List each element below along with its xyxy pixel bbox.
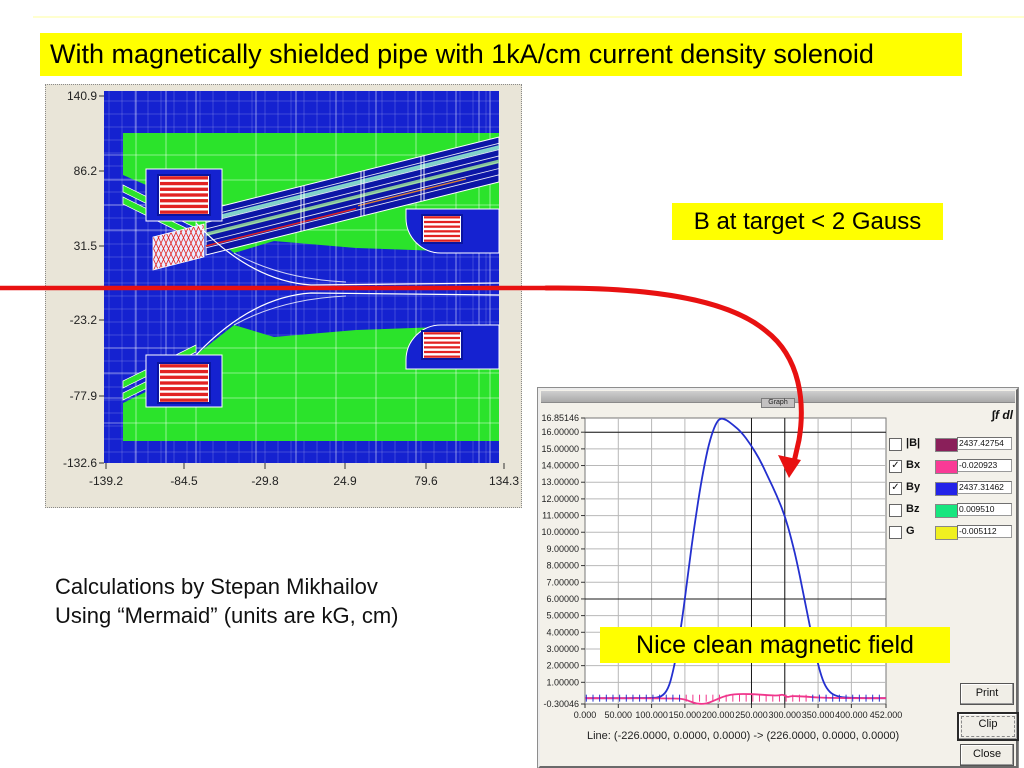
svg-text:-23.2: -23.2: [70, 313, 98, 327]
focus-rect: [961, 716, 1015, 737]
integral-value-b[interactable]: 2437.42754: [957, 437, 1012, 450]
svg-text:14.00000: 14.00000: [541, 461, 579, 471]
svg-text:13.00000: 13.00000: [541, 477, 579, 487]
slide: With magnetically shielded pipe with 1kA…: [0, 0, 1024, 768]
svg-text:24.9: 24.9: [333, 474, 357, 488]
window-title: Graph: [761, 398, 795, 408]
legend-label-bx: Bx: [906, 459, 921, 471]
credit-line-1: Calculations by Stepan Mikhailov: [55, 574, 378, 599]
svg-text:50.000: 50.000: [605, 710, 633, 720]
svg-text:9.00000: 9.00000: [546, 544, 579, 554]
legend-row-by: ✓ By 2437.31462: [889, 481, 1015, 497]
svg-text:-84.5: -84.5: [170, 474, 198, 488]
svg-text:8.00000: 8.00000: [546, 561, 579, 571]
svg-text:-139.2: -139.2: [89, 474, 123, 488]
legend-label-by: By: [906, 481, 921, 493]
nice-clean-field-label: Nice clean magnetic field: [600, 627, 950, 663]
magnet-cross-section-panel: 140.9 86.2 31.5 -23.2 -77.9 -132.6 -139.2 -84.5…: [45, 84, 522, 508]
svg-text:134.3: 134.3: [489, 474, 519, 488]
svg-text:4.00000: 4.00000: [546, 627, 579, 637]
checkbox-b[interactable]: [889, 438, 902, 451]
legend-header: ∫f dl: [991, 408, 1013, 422]
svg-text:16.85146: 16.85146: [541, 413, 579, 423]
svg-text:6.00000: 6.00000: [546, 594, 579, 604]
magnet-cross-section-plot: 140.9 86.2 31.5 -23.2 -77.9 -132.6 -139.2 -84.5…: [63, 89, 519, 488]
svg-text:100.000: 100.000: [635, 710, 668, 720]
line-status-text: Line: (-226.0000, 0.0000, 0.0000) -> (22…: [587, 730, 900, 742]
credit-text: Calculations by Stepan Mikhailov Using “…: [55, 572, 399, 630]
svg-text:250.000: 250.000: [735, 710, 768, 720]
svg-text:5.00000: 5.00000: [546, 611, 579, 621]
svg-text:300.000: 300.000: [769, 710, 802, 720]
svg-text:15.00000: 15.00000: [541, 444, 579, 454]
print-button[interactable]: Print: [960, 683, 1014, 705]
legend-row-bx: ✓ Bx -0.020923: [889, 459, 1015, 475]
svg-text:79.6: 79.6: [414, 474, 438, 488]
color-swatch-b: [935, 438, 958, 452]
color-swatch-by: [935, 482, 958, 496]
integral-value-g[interactable]: -0.005112: [957, 525, 1012, 538]
svg-text:3.00000: 3.00000: [546, 644, 579, 654]
b-at-target-label: B at target < 2 Gauss: [672, 203, 943, 240]
svg-text:200.000: 200.000: [702, 710, 735, 720]
legend-row-bz: Bz 0.009510: [889, 503, 1015, 519]
checkbox-bx[interactable]: ✓: [889, 460, 902, 473]
legend-label-bz: Bz: [906, 503, 920, 515]
svg-text:10.00000: 10.00000: [541, 527, 579, 537]
credit-line-2: Using “Mermaid” (units are kG, cm): [55, 603, 399, 628]
window-titlebar[interactable]: Graph: [541, 391, 1015, 408]
svg-text:-132.6: -132.6: [63, 456, 97, 470]
svg-text:86.2: 86.2: [74, 164, 98, 178]
checkbox-by[interactable]: ✓: [889, 482, 902, 495]
clip-button[interactable]: Clip: [957, 712, 1019, 741]
svg-text:-77.9: -77.9: [70, 389, 98, 403]
svg-text:-29.8: -29.8: [251, 474, 279, 488]
checkbox-g[interactable]: [889, 526, 902, 539]
svg-text:140.9: 140.9: [67, 89, 97, 103]
svg-text:16.00000: 16.00000: [541, 427, 579, 437]
svg-text:12.00000: 12.00000: [541, 494, 579, 504]
svg-text:31.5: 31.5: [74, 239, 98, 253]
integral-value-by[interactable]: 2437.31462: [957, 481, 1012, 494]
color-swatch-g: [935, 526, 958, 540]
svg-text:0.000: 0.000: [574, 710, 597, 720]
slide-title: With magnetically shielded pipe with 1kA…: [40, 33, 962, 76]
print-button-label: Print: [975, 687, 999, 699]
legend-label-g: G: [906, 525, 915, 537]
graph-window: 16.85146 16.00000 15.00000 14.00000 13.00000…: [538, 388, 1019, 768]
color-swatch-bz: [935, 504, 958, 518]
legend-row-g: G -0.005112: [889, 525, 1015, 541]
svg-text:1.00000: 1.00000: [546, 677, 579, 687]
svg-text:-0.30046: -0.30046: [543, 699, 579, 709]
svg-text:2.00000: 2.00000: [546, 661, 579, 671]
svg-text:350.000: 350.000: [802, 710, 835, 720]
svg-text:452.000: 452.000: [870, 710, 903, 720]
close-button-label: Close: [972, 748, 1002, 760]
checkbox-bz[interactable]: [889, 504, 902, 517]
svg-text:400.000: 400.000: [835, 710, 868, 720]
svg-text:11.00000: 11.00000: [542, 511, 579, 521]
integral-value-bx[interactable]: -0.020923: [957, 459, 1012, 472]
svg-text:150.000: 150.000: [669, 710, 702, 720]
color-swatch-bx: [935, 460, 958, 474]
legend-label-b: |B|: [906, 437, 921, 449]
top-accent-line: [33, 16, 1024, 18]
svg-text:7.00000: 7.00000: [546, 577, 579, 587]
legend-row-b: |B| 2437.42754: [889, 437, 1015, 453]
integral-value-bz[interactable]: 0.009510: [957, 503, 1012, 516]
close-button[interactable]: Close: [960, 744, 1014, 766]
